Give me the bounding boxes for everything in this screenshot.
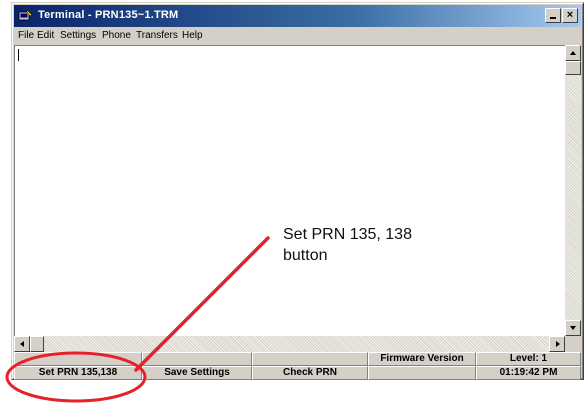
menu-bar: File Edit Settings Phone Transfers Help <box>14 27 581 45</box>
function-key-1-3[interactable] <box>252 352 368 366</box>
menu-transfers[interactable]: Transfers <box>136 30 178 41</box>
firmware-version-button[interactable]: Firmware Version <box>368 352 476 366</box>
horizontal-scroll-thumb[interactable] <box>30 336 44 352</box>
close-icon: × <box>566 9 574 21</box>
scroll-down-button[interactable] <box>565 320 581 336</box>
menu-edit[interactable]: Edit <box>37 30 54 41</box>
horizontal-scrollbar[interactable] <box>14 336 565 352</box>
minimize-button[interactable] <box>545 8 561 23</box>
vertical-scrollbar[interactable] <box>565 45 581 336</box>
menu-phone[interactable]: Phone <box>102 30 131 41</box>
menu-file[interactable]: File <box>18 30 34 41</box>
terminal-output-area[interactable] <box>14 45 565 336</box>
set-prn-135-138-button[interactable]: Set PRN 135,138 <box>14 366 142 380</box>
callout-label: Set PRN 135, 138 button <box>280 222 483 269</box>
arrow-down-icon <box>570 326 576 330</box>
save-settings-button[interactable]: Save Settings <box>142 366 252 380</box>
function-key-1-2[interactable] <box>142 352 252 366</box>
scroll-left-button[interactable] <box>14 336 30 352</box>
menu-settings[interactable]: Settings <box>60 30 96 41</box>
check-prn-button[interactable]: Check PRN <box>252 366 368 380</box>
scroll-up-button[interactable] <box>565 45 581 61</box>
function-key-panel: Firmware Version Level: 1 Set PRN 135,13… <box>14 352 581 380</box>
vertical-scroll-thumb[interactable] <box>565 61 581 75</box>
level-indicator: Level: 1 <box>476 352 581 366</box>
text-cursor <box>18 49 19 61</box>
title-bar[interactable]: Terminal - PRN135~1.TRM × <box>14 5 581 27</box>
scroll-right-button[interactable] <box>549 336 565 352</box>
scrollbar-corner <box>565 336 581 352</box>
callout-label-line-1: Set PRN 135, 138 <box>283 226 412 243</box>
callout-label-line-2: button <box>283 247 328 264</box>
minimize-icon <box>550 17 556 19</box>
function-key-2-5[interactable] <box>368 366 476 380</box>
terminal-window: Terminal - PRN135~1.TRM × File Edit Sett… <box>11 2 584 380</box>
arrow-up-icon <box>570 51 576 55</box>
function-key-1-1[interactable] <box>14 352 142 366</box>
menu-help[interactable]: Help <box>182 30 203 41</box>
clock-display: 01:19:42 PM <box>476 366 581 380</box>
close-button[interactable]: × <box>562 8 578 23</box>
window-title: Terminal - PRN135~1.TRM <box>38 9 179 21</box>
terminal-app-icon[interactable] <box>18 9 33 22</box>
arrow-right-icon <box>556 341 560 347</box>
arrow-left-icon <box>20 341 24 347</box>
